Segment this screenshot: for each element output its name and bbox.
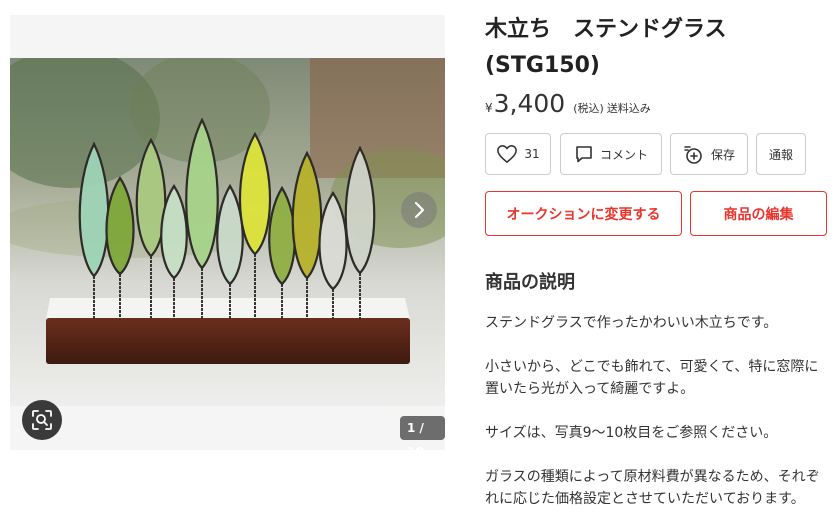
product-title: 木立ち ステンドグラス (STG150) — [485, 17, 727, 78]
report-label: 通報 — [768, 147, 793, 162]
comment-label: コメント — [599, 147, 648, 162]
comment-button[interactable]: コメント — [560, 133, 662, 175]
save-label: 保存 — [710, 147, 735, 162]
edit-product-button[interactable]: 商品の編集 — [690, 191, 827, 236]
description-text: ステンドグラスで作ったかわいい木立ちです。 小さいから、どこでも飾れて、可愛くて… — [485, 315, 820, 507]
change-to-auction-button[interactable]: オークションに変更する — [485, 191, 682, 236]
save-button[interactable]: 保存 — [670, 133, 748, 175]
price: 3,400 — [493, 89, 566, 118]
price-row: ¥ 3,400 (税込) 送料込み — [485, 89, 651, 118]
image-counter: 1 / 10 — [400, 416, 445, 459]
shipping-note: 送料込み — [606, 102, 651, 115]
currency-symbol: ¥ — [485, 101, 493, 115]
product-photo[interactable] — [10, 58, 445, 406]
image-search-button[interactable] — [22, 400, 62, 440]
tax-note: (税込) — [573, 102, 604, 115]
lens-scan-icon — [32, 410, 52, 430]
next-image-button[interactable] — [401, 192, 437, 228]
save-collection-icon — [684, 146, 702, 164]
heart-icon — [497, 145, 518, 163]
product-image-gallery: 1 / 10 — [10, 15, 445, 459]
like-count: 31 — [524, 147, 540, 161]
like-button[interactable]: 31 — [485, 133, 551, 175]
chevron-right-icon — [414, 201, 425, 219]
description-heading: 商品の説明 — [485, 272, 575, 293]
comment-icon — [576, 146, 592, 163]
report-button[interactable]: 通報 — [756, 133, 806, 175]
